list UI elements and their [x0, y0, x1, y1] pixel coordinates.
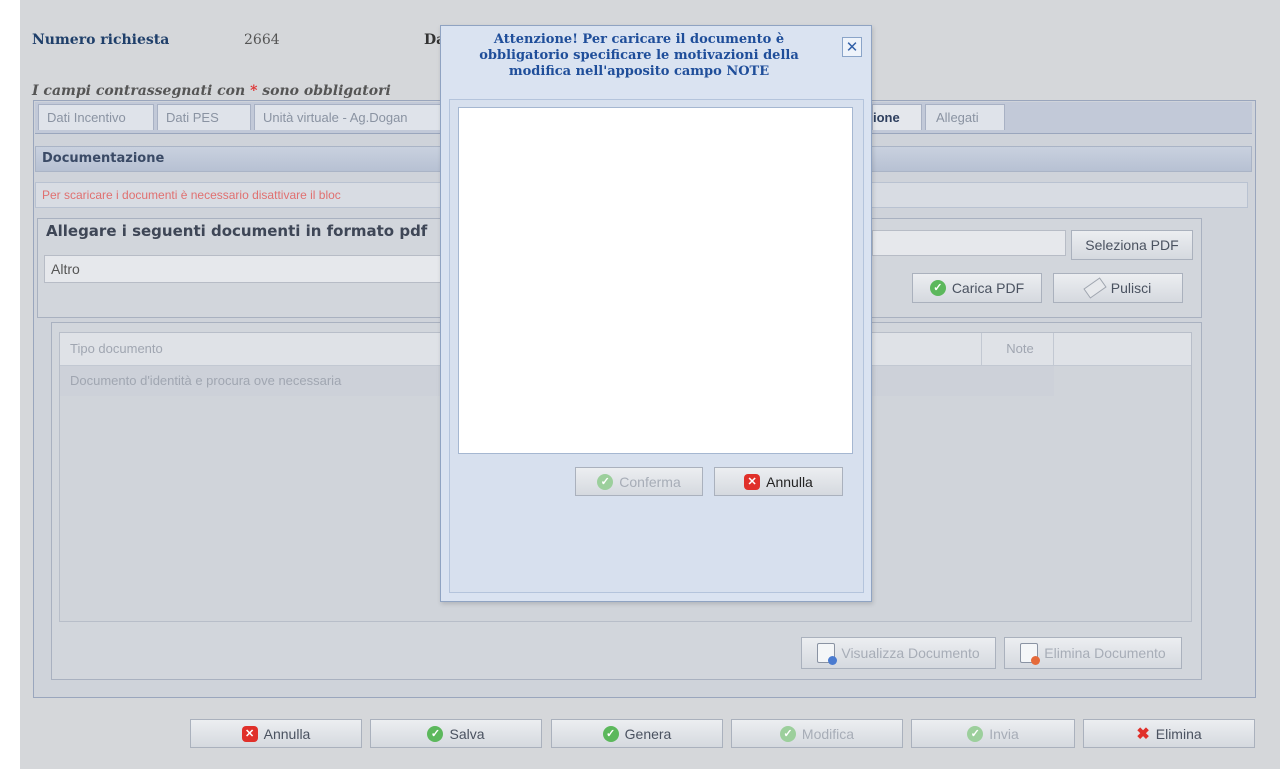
invia-button[interactable]: ✓ Invia	[911, 719, 1075, 748]
elimina-label: Elimina	[1155, 725, 1202, 742]
seleziona-pdf-label: Seleziona PDF	[1085, 237, 1179, 253]
allegare-title: Allegare i seguenti documenti in formato…	[46, 222, 428, 240]
x-square-icon: ✕	[744, 473, 761, 490]
modifica-button[interactable]: ✓ Modifica	[731, 719, 903, 748]
required-fields-note: I campi contrassegnati con * sono obblig…	[32, 83, 391, 99]
check-circle-icon: ✓	[929, 280, 946, 296]
tab-dati-incentivo[interactable]: Dati Incentivo	[38, 104, 154, 130]
salva-button[interactable]: ✓ Salva	[370, 719, 542, 748]
column-header-tipo-documento[interactable]: Tipo documento	[70, 333, 163, 365]
elimina-documento-label: Elimina Documento	[1044, 645, 1166, 661]
eraser-icon	[1083, 277, 1107, 299]
delete-document-icon	[1020, 643, 1041, 665]
carica-pdf-label: Carica PDF	[951, 280, 1025, 296]
genera-button[interactable]: ✓ Genera	[551, 719, 723, 748]
seleziona-pdf-button[interactable]: Seleziona PDF	[1071, 230, 1193, 260]
required-note-prefix: I campi contrassegnati con	[32, 83, 251, 99]
conferma-button[interactable]: ✓ Conferma	[575, 467, 703, 496]
salva-label: Salva	[449, 725, 485, 742]
x-square-icon: ✕	[241, 725, 258, 742]
carica-pdf-button[interactable]: ✓ Carica PDF	[912, 273, 1042, 303]
page-content: Numero richiesta 2664 Da I campi contras…	[0, 0, 1280, 769]
check-circle-icon: ✓	[779, 725, 796, 742]
modal-title: Attenzione! Per caricare il documento è …	[479, 32, 799, 79]
required-note-suffix: sono obbligatori	[257, 83, 391, 99]
numero-richiesta-label: Numero richiesta	[32, 32, 170, 48]
genera-label: Genera	[624, 725, 672, 742]
note-textarea[interactable]	[458, 107, 853, 454]
column-separator	[981, 333, 982, 365]
tab-unita-virtuale[interactable]: Unità virtuale - Ag.Dogan	[254, 104, 444, 130]
check-circle-icon: ✓	[597, 473, 614, 490]
annulla-button[interactable]: ✕ Annulla	[190, 719, 362, 748]
elimina-documento-button[interactable]: Elimina Documento	[1004, 637, 1182, 669]
check-circle-icon: ✓	[427, 725, 444, 742]
close-icon[interactable]: ✕	[842, 37, 862, 57]
view-document-icon	[817, 643, 838, 665]
visualizza-documento-label: Visualizza Documento	[841, 645, 980, 661]
pulisci-label: Pulisci	[1110, 280, 1152, 296]
tab-documentazione[interactable]: ione	[872, 104, 922, 130]
check-circle-icon: ✓	[967, 725, 984, 742]
elimina-button[interactable]: ✖ Elimina	[1083, 719, 1255, 748]
modal-annulla-button[interactable]: ✕ Annulla	[714, 467, 843, 496]
x-mark-icon: ✖	[1136, 725, 1150, 743]
tab-dati-pes[interactable]: Dati PES	[157, 104, 251, 130]
annulla-label: Annulla	[263, 725, 311, 742]
document-type-select[interactable]: Altro	[44, 255, 448, 283]
modal-annulla-label: Annulla	[766, 473, 813, 490]
invia-label: Invia	[989, 725, 1019, 742]
numero-richiesta-value: 2664	[244, 32, 280, 48]
tab-allegati[interactable]: Allegati	[925, 104, 1005, 130]
column-header-note[interactable]: Note	[1000, 333, 1040, 365]
pulisci-button[interactable]: Pulisci	[1053, 273, 1183, 303]
modifica-label: Modifica	[801, 725, 855, 742]
column-separator	[1053, 333, 1054, 365]
check-circle-icon: ✓	[602, 725, 619, 742]
visualizza-documento-button[interactable]: Visualizza Documento	[801, 637, 996, 669]
conferma-label: Conferma	[619, 473, 681, 490]
file-path-input[interactable]	[872, 230, 1066, 256]
